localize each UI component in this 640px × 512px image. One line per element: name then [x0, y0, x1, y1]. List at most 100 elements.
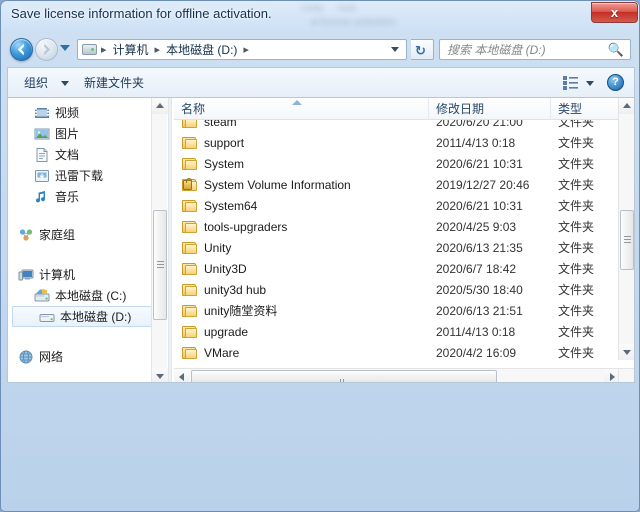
file-name-cell: Unity — [182, 241, 231, 255]
forward-button[interactable] — [35, 38, 58, 61]
sidebar-item-9[interactable]: 本地磁盘 (D:) — [12, 306, 152, 327]
grip-icon — [340, 374, 348, 382]
file-list-horizontal-scrollbar[interactable] — [174, 368, 620, 382]
history-dropdown-icon[interactable] — [60, 45, 70, 51]
sidebar-item-3[interactable]: 文档 — [8, 144, 168, 165]
video-icon — [34, 105, 50, 121]
sidebar-item-6[interactable]: 家庭组 — [8, 224, 168, 245]
table-row[interactable]: upgrade 2011/4/13 0:18 文件夹 — [174, 321, 634, 342]
sidebar-item-5[interactable]: 音乐 — [8, 186, 168, 207]
file-name-text: Unity3D — [204, 261, 247, 276]
file-type-cell: 文件夹 — [558, 262, 595, 276]
organize-button[interactable]: 组织 — [24, 74, 48, 91]
table-row[interactable]: steam 2020/6/20 21:00 文件夹 — [174, 120, 634, 132]
document-icon — [34, 147, 50, 163]
chevron-down-icon[interactable] — [391, 47, 399, 52]
back-button[interactable] — [10, 38, 33, 61]
search-placeholder: 搜索 本地磁盘 (D:) — [447, 43, 546, 57]
view-mode-icon[interactable] — [563, 76, 578, 90]
sidebar-scroll-thumb[interactable] — [153, 210, 167, 320]
scroll-down-button[interactable] — [152, 368, 168, 382]
breadcrumb-drive-d[interactable]: 本地磁盘 (D:) — [164, 40, 239, 59]
folder-icon — [182, 157, 198, 171]
new-folder-button[interactable]: 新建文件夹 — [84, 74, 144, 91]
sidebar-item-label: 网络 — [39, 350, 64, 364]
breadcrumb-computer[interactable]: 计算机 — [111, 40, 151, 59]
refresh-button[interactable]: ↻ — [411, 39, 434, 60]
folder-icon — [182, 325, 198, 339]
network-icon — [18, 349, 34, 365]
table-row[interactable]: System64 2020/6/21 10:31 文件夹 — [174, 195, 634, 216]
file-date-cell: 2020/6/20 21:00 — [436, 120, 523, 129]
address-bar[interactable]: ▸ 计算机 ▸ 本地磁盘 (D:) ▸ — [77, 39, 407, 60]
breadcrumb-separator-icon: ▸ — [101, 44, 107, 56]
search-input[interactable]: 搜索 本地磁盘 (D:) 🔍 — [439, 39, 631, 60]
save-form: 文件名(N): Unity_lic.alf 保存类型(T): Unity Act… — [1, 389, 639, 511]
sidebar-item-10[interactable]: 网络 — [8, 346, 168, 367]
drive-icon — [39, 309, 55, 325]
scroll-down-button[interactable] — [619, 344, 634, 360]
table-row[interactable]: System 2020/6/21 10:31 文件夹 — [174, 153, 634, 174]
table-row[interactable]: Unity3D 2020/6/7 18:42 文件夹 — [174, 258, 634, 279]
file-name-text: tools-upgraders — [204, 219, 288, 234]
column-header-date[interactable]: 修改日期 — [429, 98, 551, 120]
file-name-text: unity随堂资料 — [204, 304, 278, 318]
chevron-down-icon[interactable] — [61, 81, 69, 86]
system-drive-icon — [34, 288, 50, 304]
sidebar-item-8[interactable]: 本地磁盘 (C:) — [8, 285, 168, 306]
file-list-scroll-thumb[interactable] — [620, 210, 634, 270]
table-row[interactable]: System Volume Information 2019/12/27 20:4… — [174, 174, 634, 195]
file-date-cell: 2019/12/27 20:46 — [436, 177, 530, 192]
file-list-vertical-scrollbar[interactable] — [618, 98, 634, 360]
pane-splitter[interactable] — [168, 98, 172, 382]
sidebar-item-2[interactable]: 图片 — [8, 123, 168, 144]
file-name-cell: VMare — [182, 346, 239, 360]
help-button[interactable]: ? — [607, 74, 624, 91]
table-row[interactable]: VMare 2020/4/2 16:09 文件夹 — [174, 342, 634, 360]
file-type-cell: 文件夹 — [558, 136, 595, 150]
file-date-cell: 2020/6/21 10:31 — [436, 198, 523, 213]
music-icon — [34, 189, 50, 205]
chevron-down-icon[interactable] — [586, 81, 594, 86]
file-rows-viewport: steam 2020/6/20 21:00 文件夹 support 2011/4/13 … — [174, 120, 634, 360]
scroll-up-button[interactable] — [619, 98, 634, 114]
sidebar-item-label: 图片 — [55, 127, 80, 141]
file-type-cell: 文件夹 — [558, 199, 595, 213]
sidebar-item-1[interactable]: 视频 — [8, 102, 168, 123]
column-header-type[interactable]: 类型 — [551, 98, 620, 120]
breadcrumb-separator-icon-3[interactable]: ▸ — [243, 43, 249, 56]
file-date-cell: 2020/4/25 9:03 — [436, 219, 517, 234]
save-file-dialog: Unity Hub ● license activation Save lice… — [0, 0, 640, 512]
file-type-cell: 文件夹 — [558, 241, 595, 255]
file-type-cell: 文件夹 — [558, 157, 595, 171]
sidebar-item-label: 音乐 — [55, 190, 80, 204]
file-type-cell: 文件夹 — [558, 220, 595, 234]
file-list-hscroll-thumb[interactable] — [191, 370, 497, 382]
folder-icon — [182, 283, 198, 297]
file-date-cell: 2011/4/13 0:18 — [436, 135, 516, 150]
file-date-cell: 2011/4/13 0:18 — [436, 324, 516, 339]
navigation-row: ▸ 计算机 ▸ 本地磁盘 (D:) ▸ ↻ 搜索 本地磁盘 (D:) 🔍 — [1, 31, 639, 67]
forward-arrow-icon — [44, 43, 51, 56]
close-button[interactable]: x — [591, 2, 638, 23]
file-name-text: support — [204, 135, 245, 150]
file-name-cell: System — [182, 157, 244, 171]
folder-icon — [182, 262, 198, 276]
table-row[interactable]: Unity 2020/6/13 21:35 文件夹 — [174, 237, 634, 258]
table-row[interactable]: unity3d hub 2020/5/30 18:40 文件夹 — [174, 279, 634, 300]
download-icon — [34, 168, 50, 184]
table-row[interactable]: support 2011/4/13 0:18 文件夹 — [174, 132, 634, 153]
scroll-left-button[interactable] — [174, 369, 190, 382]
sidebar-scrollbar[interactable] — [151, 98, 168, 382]
table-row[interactable]: unity随堂资料 2020/6/13 21:51 文件夹 — [174, 300, 634, 321]
table-row[interactable]: tools-upgraders 2020/4/25 9:03 文件夹 — [174, 216, 634, 237]
file-name-cell: System64 — [182, 199, 257, 213]
drive-icon — [82, 44, 97, 55]
file-name-cell: Unity3D — [182, 262, 247, 276]
sidebar-item-label: 家庭组 — [39, 228, 76, 242]
scroll-up-button[interactable] — [152, 98, 168, 114]
sidebar-item-label: 本地磁盘 (D:) — [60, 310, 132, 324]
sidebar-item-7[interactable]: 计算机 — [8, 264, 168, 285]
sidebar-item-4[interactable]: 迅雷下载 — [8, 165, 168, 186]
folder-icon — [182, 136, 198, 150]
